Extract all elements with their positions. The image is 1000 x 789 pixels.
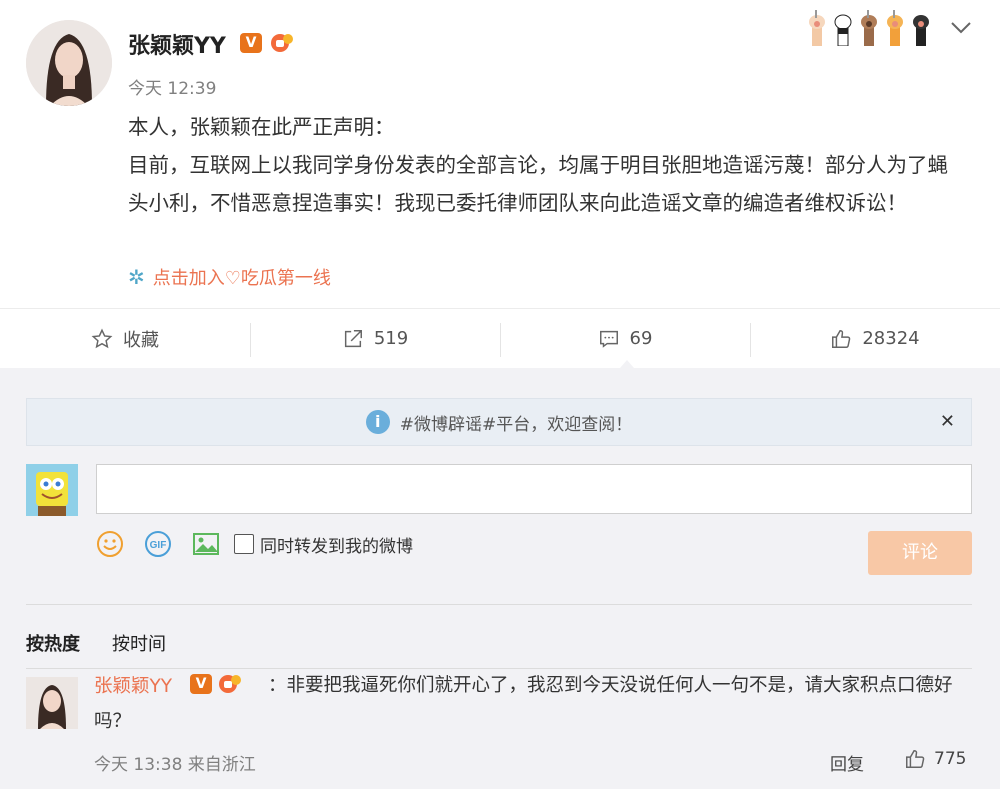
current-user-avatar[interactable] — [26, 464, 78, 516]
comment-caret-icon — [620, 360, 634, 368]
cat-paw-decoration — [806, 10, 932, 46]
tab-sort-time[interactable]: 按时间 — [112, 630, 166, 656]
author-name[interactable]: 张颖颖YY — [128, 28, 226, 60]
comment-section: i #微博辟谣#平台，欢迎查阅！ ✕ GIF 同时转发到我的微博 评论 按热度 … — [0, 368, 1000, 789]
thumbs-up-icon — [832, 329, 851, 348]
like-button[interactable]: 28324 — [750, 309, 1000, 368]
share-icon — [344, 329, 362, 347]
repost-count: 519 — [373, 328, 409, 349]
info-icon: i — [365, 410, 390, 434]
emoji-icon[interactable] — [96, 530, 124, 558]
notice-text[interactable]: #微博辟谣#平台，欢迎查阅！ — [400, 410, 633, 435]
author-badges: V — [240, 33, 294, 53]
commenter-avatar[interactable] — [26, 677, 78, 729]
post-line: 目前，互联网上以我同学身份发表的全部言论，均属于明目张胆地造谣污蔑！部分人为了蝇… — [128, 153, 948, 215]
gif-icon[interactable]: GIF — [144, 530, 172, 558]
comment-count: 69 — [629, 328, 653, 349]
favorite-button[interactable]: 收藏 — [0, 309, 250, 368]
supertopic-icon: ✲ — [128, 265, 145, 289]
svg-text:GIF: GIF — [150, 540, 167, 551]
vip-level-icon — [271, 34, 293, 52]
submit-comment-button[interactable]: 评论 — [868, 531, 972, 575]
divider — [26, 604, 972, 605]
commenter-badges: V — [190, 674, 242, 694]
forward-checkbox[interactable] — [234, 534, 254, 554]
star-icon — [91, 328, 113, 348]
like-count: 28324 — [862, 328, 920, 349]
commenter-name[interactable]: 张颖颖YY — [94, 672, 172, 698]
repost-button[interactable]: 519 — [250, 309, 500, 368]
vip-level-icon — [219, 675, 241, 693]
comment-sort-tabs: 按热度 按时间 — [26, 630, 166, 656]
comment-input[interactable] — [96, 464, 972, 514]
chevron-down-icon[interactable] — [950, 16, 972, 40]
post-time[interactable]: 今天 12:39 — [128, 74, 216, 99]
image-icon[interactable] — [192, 530, 220, 558]
supertopic-label: 点击加入♡吃瓜第一线 — [152, 268, 331, 289]
verified-badge-icon: V — [190, 674, 212, 694]
close-icon[interactable]: ✕ — [940, 411, 955, 432]
cat-paw-icon — [861, 10, 877, 46]
weibo-post: 张颖颖YY V 今天 12:39 本人，张颖颖在此严正声明： 目前，互联网上以我… — [0, 0, 1000, 368]
comment-like-button[interactable]: 775 — [904, 748, 966, 770]
thumbs-up-icon — [906, 750, 925, 768]
verified-badge-icon: V — [240, 33, 262, 53]
tab-sort-hot[interactable]: 按热度 — [26, 630, 80, 656]
reply-button[interactable]: 回复 — [830, 750, 864, 775]
composer-toolbar: GIF 同时转发到我的微博 — [96, 530, 413, 558]
cat-paw-icon — [809, 10, 825, 46]
favorite-label: 收藏 — [123, 329, 159, 351]
post-action-bar: 收藏 519 69 28324 — [0, 308, 1000, 368]
comment-icon — [599, 330, 618, 348]
comment-like-count: 775 — [934, 749, 967, 769]
cat-paw-icon — [834, 14, 852, 46]
forward-label: 同时转发到我的微博 — [260, 536, 413, 557]
forward-option[interactable]: 同时转发到我的微博 — [234, 532, 413, 557]
comment-meta: 今天 13:38 来自浙江 — [94, 755, 256, 775]
rumor-notice-banner: i #微博辟谣#平台，欢迎查阅！ ✕ — [26, 398, 972, 446]
supertopic-link[interactable]: ✲ 点击加入♡吃瓜第一线 — [128, 264, 331, 290]
cat-paw-icon — [887, 10, 903, 46]
cat-paw-icon — [913, 15, 929, 46]
post-body: 本人，张颖颖在此严正声明： 目前，互联网上以我同学身份发表的全部言论，均属于明目… — [128, 108, 968, 222]
post-line: 本人，张颖颖在此严正声明： — [128, 115, 395, 139]
author-avatar[interactable] — [26, 20, 112, 106]
